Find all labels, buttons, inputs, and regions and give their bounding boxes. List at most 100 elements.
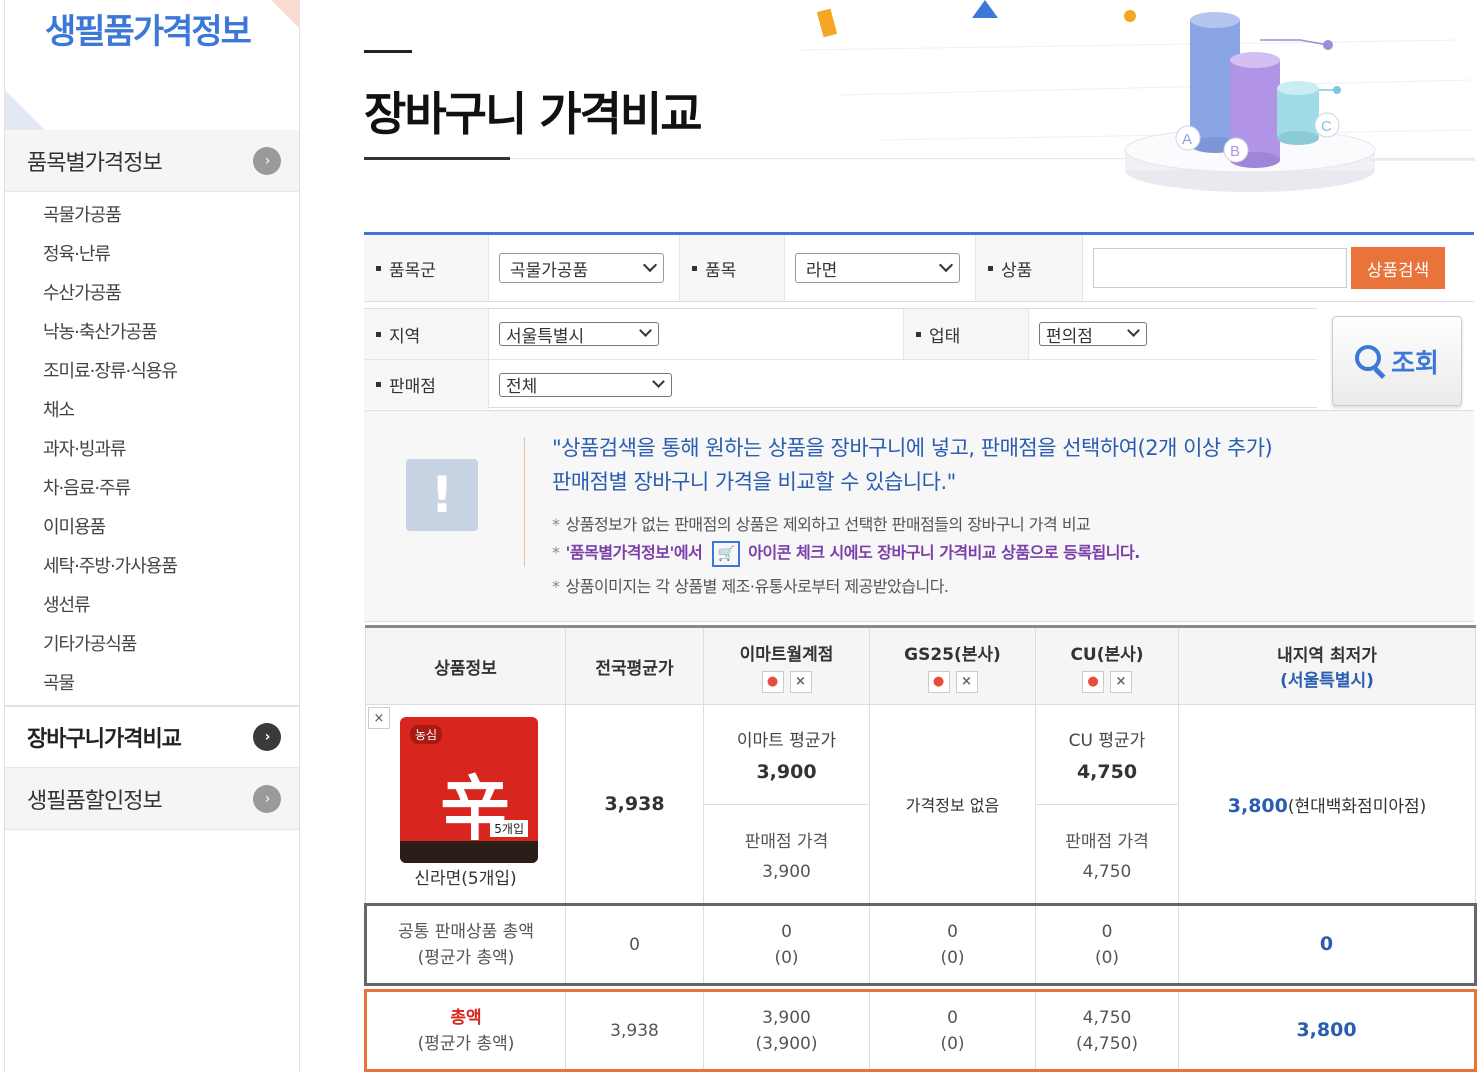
biz-type-select[interactable]: 편의점 bbox=[1039, 322, 1147, 347]
total-avg-value: (0) bbox=[940, 1033, 965, 1054]
sidebar-item-grains[interactable]: 곡물 bbox=[5, 664, 299, 703]
product-pack-count: 5개입 bbox=[490, 820, 528, 837]
chevron-right-icon: › bbox=[253, 723, 281, 751]
header-decoration bbox=[5, 90, 45, 130]
common-total-title: 공통 판매상품 총액 bbox=[398, 921, 534, 942]
remove-product-icon[interactable]: × bbox=[368, 707, 390, 729]
total-value: 0 bbox=[947, 1007, 958, 1028]
query-button[interactable]: 조회 bbox=[1332, 316, 1462, 406]
sidebar-group-price-by-item[interactable]: 품목별가격정보 › bbox=[5, 130, 299, 192]
map-pin-icon[interactable]: ● bbox=[1082, 670, 1104, 693]
region-label: 지역 bbox=[364, 309, 488, 359]
category-group-value: 곡물가공품 bbox=[510, 260, 589, 281]
store-name: GS25(본사) bbox=[904, 644, 1001, 665]
sidebar-item-seasoning[interactable]: 조미료·장류·식용유 bbox=[5, 352, 299, 391]
category-group-cell: 곡물가공품 bbox=[488, 235, 680, 301]
sidebar-item-vegetables[interactable]: 채소 bbox=[5, 391, 299, 430]
query-button-label: 조회 bbox=[1391, 348, 1439, 379]
hero-label-b: B bbox=[1230, 143, 1240, 160]
chevron-right-icon: › bbox=[253, 784, 281, 813]
sidebar-group-label: 생필품할인정보 bbox=[27, 788, 163, 814]
map-pin-icon[interactable]: ● bbox=[927, 670, 950, 693]
info-divider bbox=[524, 437, 525, 567]
sidebar-group-discount-info[interactable]: 생필품할인정보 › bbox=[5, 768, 299, 830]
item-select[interactable]: 라면 bbox=[795, 253, 960, 283]
sidebar-item-other-processed[interactable]: 기타가공식품 bbox=[5, 625, 299, 664]
sidebar-item-grain-products[interactable]: 곡물가공품 bbox=[5, 196, 299, 235]
sidebar-item-meat-eggs[interactable]: 정육·난류 bbox=[5, 235, 299, 274]
chevron-down-icon bbox=[652, 374, 665, 388]
category-group-label: 품목군 bbox=[364, 235, 488, 301]
info-note: * 상품정보가 없는 판매점의 상품은 제외하고 선택한 판매점들의 장바구니 가… bbox=[552, 511, 1091, 535]
sidebar-item-beauty[interactable]: 이미용품 bbox=[5, 508, 299, 547]
info-message-line: "상품검색을 통해 원하는 상품을 장바구니에 넣고, 판매점을 선택하여(2개… bbox=[552, 436, 1273, 460]
region-value: 서울특별시 bbox=[506, 326, 585, 347]
common-total-cu: 0 (0) bbox=[1035, 903, 1179, 986]
grand-total-subtitle: (평균가 총액) bbox=[417, 1033, 515, 1054]
common-total-subtitle: (평균가 총액) bbox=[417, 947, 515, 968]
cart-icon: 🛒 bbox=[712, 540, 741, 567]
store-price-label: 판매점 가격 bbox=[1065, 831, 1149, 852]
total-avg-value: (0) bbox=[940, 947, 965, 968]
category-group-select[interactable]: 곡물가공품 bbox=[499, 253, 664, 283]
cu-price-cell: CU 평균가 4,750 판매점 가격 4,750 bbox=[1035, 704, 1179, 905]
info-note-text: 상품정보가 없는 판매점의 상품은 제외하고 선택한 판매점들의 장바구니 가격… bbox=[565, 515, 1091, 534]
item-cell: 라면 bbox=[784, 235, 976, 301]
chevron-right-icon: › bbox=[253, 146, 281, 175]
sidebar-item-fish[interactable]: 생선류 bbox=[5, 586, 299, 625]
search-icon bbox=[1355, 345, 1387, 380]
biz-type-value: 편의점 bbox=[1046, 326, 1093, 347]
region-select[interactable]: 서울특별시 bbox=[499, 322, 659, 347]
biz-type-cell: 편의점 bbox=[1028, 309, 1317, 359]
title-accent-line bbox=[364, 50, 412, 53]
sidebar-item-dairy[interactable]: 낙농·축산가공품 bbox=[5, 313, 299, 352]
store-actions: ● × bbox=[704, 670, 869, 693]
sidebar-item-seafood[interactable]: 수산가공품 bbox=[5, 274, 299, 313]
region-cell: 서울특별시 bbox=[488, 309, 904, 359]
product-image: 농심 辛 5개입 bbox=[400, 717, 538, 863]
product-search-form: 품목군 곡물가공품 품목 라면 상품 상품검색 bbox=[364, 232, 1474, 302]
store-price-value: 3,900 bbox=[762, 861, 811, 882]
common-total-emart: 0 (0) bbox=[703, 903, 870, 986]
lowest-price-cell: 3,800(현대백화점미아점) bbox=[1178, 704, 1476, 905]
emart-average-price: 3,900 bbox=[756, 761, 817, 783]
col-store-emart: 이마트월계점 ● × bbox=[703, 625, 870, 705]
product-name: 신라면(5개입) bbox=[414, 869, 517, 889]
price-comparison-table: 상품정보 전국평균가 이마트월계점 ● × GS25(본사) ● × CU(본사… bbox=[364, 625, 1477, 1072]
sidebar: 생필품가격정보 품목별가격정보 › 곡물가공품 정육·난류 수산가공품 낙농·축… bbox=[4, 0, 300, 1073]
total-value: 4,750 bbox=[1082, 1007, 1132, 1028]
note-bullet: * bbox=[552, 577, 560, 596]
common-total-label: 공통 판매상품 총액 (평균가 총액) bbox=[364, 903, 566, 986]
store-label: 판매점 bbox=[364, 360, 488, 409]
sidebar-group-basket-compare[interactable]: 장바구니가격비교 › bbox=[5, 706, 299, 768]
biz-type-label: 업태 bbox=[904, 309, 1028, 359]
hero-label-a: A bbox=[1182, 131, 1192, 148]
gs25-price-cell: 가격정보 없음 bbox=[869, 704, 1036, 905]
cu-average: CU 평균가 4,750 bbox=[1036, 705, 1178, 804]
info-note-text: 아이콘 체크 시에도 장바구니 가격비교 상품으로 등록됩니다. bbox=[748, 543, 1140, 562]
grand-total-cu: 4,750 (4,750) bbox=[1035, 989, 1179, 1072]
sidebar-item-beverages[interactable]: 차·음료·주류 bbox=[5, 469, 299, 508]
no-price-info: 가격정보 없음 bbox=[905, 796, 1000, 815]
store-select[interactable]: 전체 bbox=[499, 372, 672, 397]
cu-average-label: CU 평균가 bbox=[1068, 731, 1146, 751]
item-value: 라면 bbox=[806, 260, 838, 281]
national-average-price: 3,938 bbox=[604, 793, 665, 815]
lowest-price-value: 3,800 bbox=[1227, 794, 1288, 817]
sidebar-item-snacks[interactable]: 과자·빙과류 bbox=[5, 430, 299, 469]
store-name: 이마트월계점 bbox=[739, 644, 834, 665]
remove-store-icon[interactable]: × bbox=[789, 670, 812, 693]
remove-store-icon[interactable]: × bbox=[1110, 670, 1132, 693]
common-total-row: 공통 판매상품 총액 (평균가 총액) 0 0 (0) 0 (0) 0 (0) … bbox=[364, 903, 1477, 986]
total-value: 3,900 bbox=[762, 1007, 811, 1028]
store-cell: 전체 bbox=[488, 360, 1317, 409]
hero-illustration: A B C bbox=[799, 0, 1475, 192]
product-search-button[interactable]: 상품검색 bbox=[1351, 247, 1445, 289]
emart-average-label: 이마트 평균가 bbox=[736, 731, 837, 751]
remove-store-icon[interactable]: × bbox=[955, 670, 978, 693]
product-search-input[interactable] bbox=[1093, 248, 1347, 288]
header-decoration bbox=[271, 0, 299, 28]
store-value: 전체 bbox=[506, 377, 538, 397]
sidebar-item-household[interactable]: 세탁·주방·가사용품 bbox=[5, 547, 299, 586]
map-pin-icon[interactable]: ● bbox=[761, 670, 784, 693]
